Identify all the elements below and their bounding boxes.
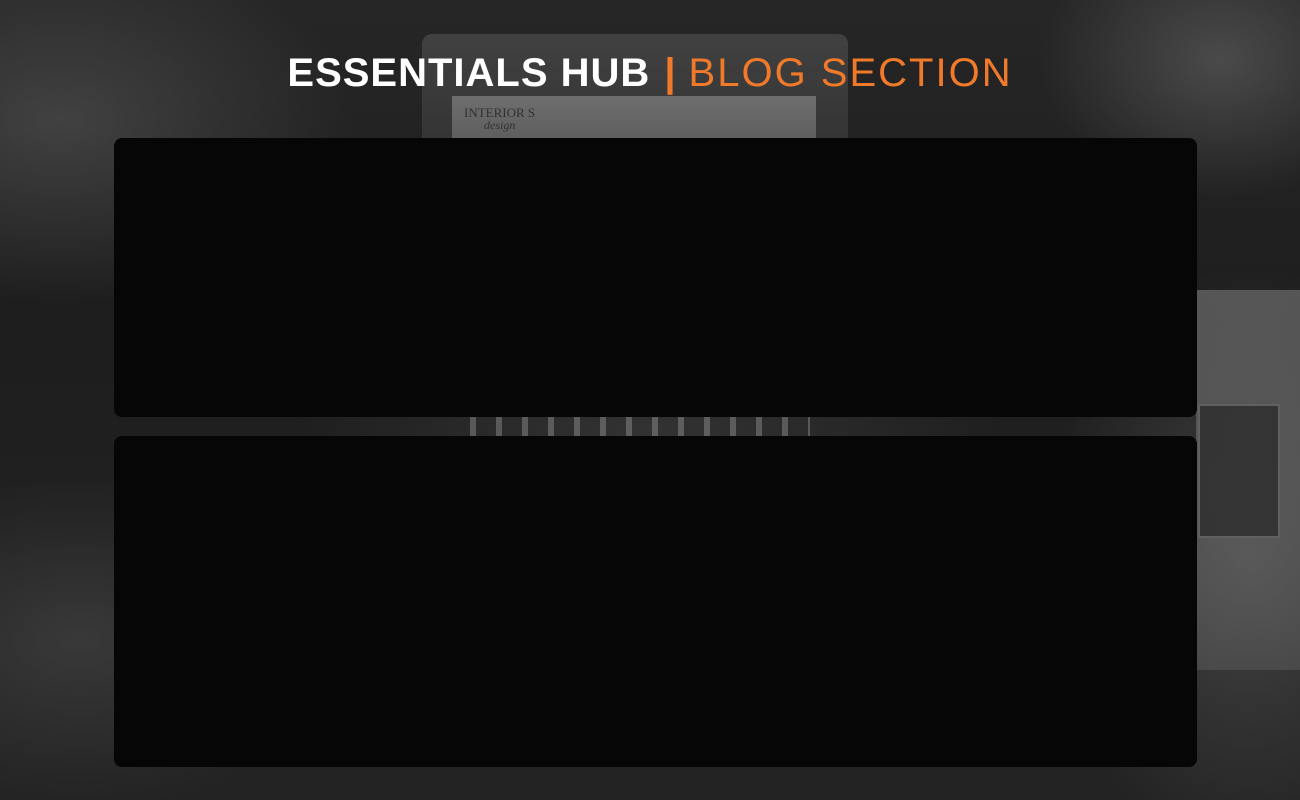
background-screen-subheading: design	[484, 118, 516, 132]
background-keyboard	[470, 414, 810, 436]
title-primary: ESSENTIALS HUB	[287, 51, 651, 95]
page-title: ESSENTIALS HUB | BLOG SECTION	[0, 50, 1300, 96]
page: INTERIOR S design ESSENTIALS HUB | BLOG SE…	[0, 0, 1300, 800]
blog-card-1	[114, 138, 1197, 417]
title-separator: |	[664, 51, 677, 95]
title-secondary: BLOG SECTION	[688, 51, 1013, 95]
blog-card-2	[114, 436, 1197, 767]
background-right-frame	[1198, 404, 1280, 538]
